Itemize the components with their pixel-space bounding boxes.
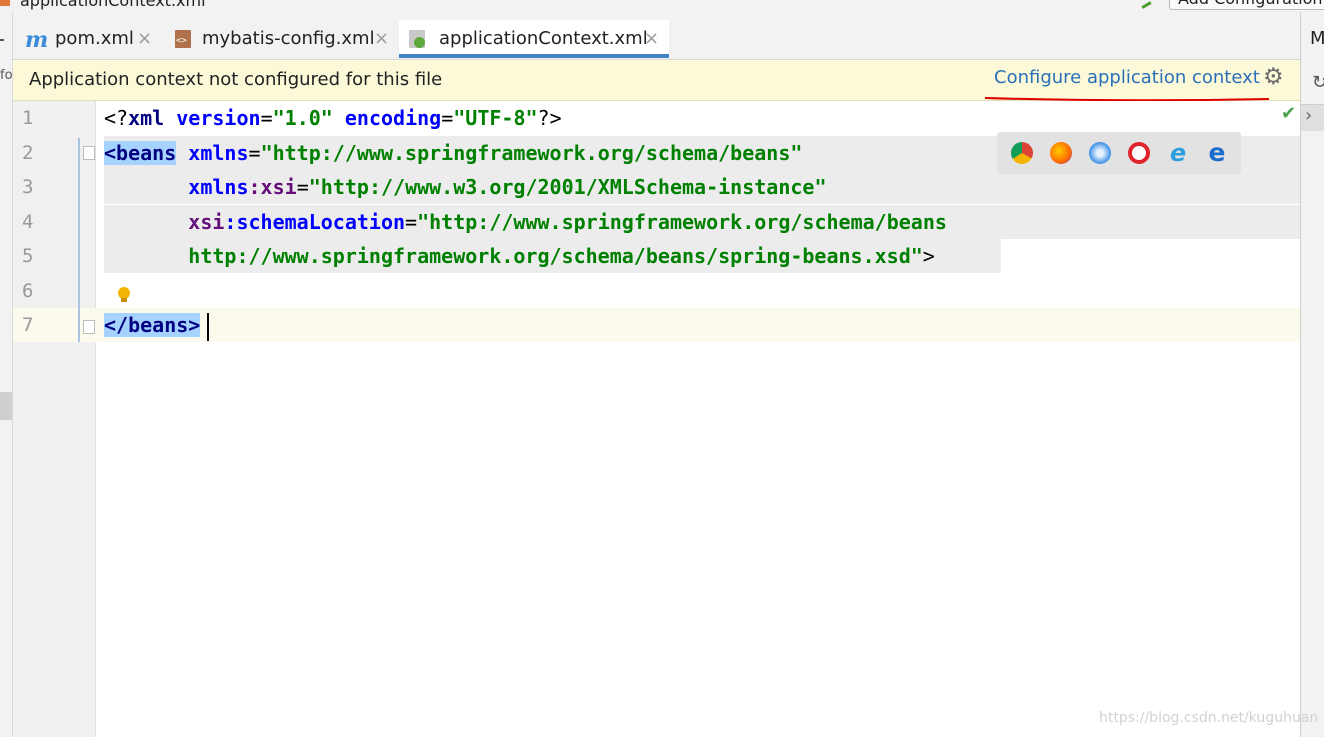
gutter-line: 1 xyxy=(13,101,96,135)
code-token: "UTF-8" xyxy=(453,106,538,130)
code-token: = xyxy=(260,106,273,130)
code-line[interactable]: http://www.springframework.org/schema/be… xyxy=(96,239,1300,273)
code-line[interactable]: xmlns:xsi="http://www.w3.org/2001/XMLSch… xyxy=(96,170,1300,204)
code-token: xmlns xyxy=(188,175,249,199)
collapse-icon[interactable] xyxy=(0,39,4,41)
expand-panel-button[interactable]: › xyxy=(1301,104,1324,131)
code-token: "http://www.springframework.org/schema/b… xyxy=(417,210,947,234)
editor-tab-bar: m pom.xml × mybatis-config.xml × applica… xyxy=(13,12,1300,60)
gutter-line: 5 xyxy=(13,239,96,273)
firefox-icon[interactable] xyxy=(1050,142,1072,164)
file-icon xyxy=(0,0,10,6)
line-number: 5 xyxy=(22,245,34,267)
line-number: 6 xyxy=(22,280,34,302)
tab-label: pom.xml xyxy=(55,28,134,49)
ie-icon[interactable]: e xyxy=(1167,141,1189,165)
refresh-icon[interactable]: ↻ xyxy=(1312,72,1324,93)
code-text: xmlns:xsi="http://www.w3.org/2001/XMLSch… xyxy=(104,174,827,200)
code-token: </beans> xyxy=(104,313,201,337)
close-icon[interactable]: × xyxy=(644,20,659,58)
code-token: = xyxy=(405,210,418,234)
line-number: 3 xyxy=(22,176,34,198)
safari-icon[interactable] xyxy=(1089,142,1111,164)
maven-icon: m xyxy=(25,27,49,53)
code-token: xmlns xyxy=(188,141,249,165)
fold-start-icon[interactable] xyxy=(83,146,95,160)
code-token: "http://www.w3.org/2001/XMLSchema-instan… xyxy=(308,175,827,199)
tab-pom-xml[interactable]: m pom.xml × xyxy=(13,20,162,58)
code-token: = xyxy=(248,141,261,165)
code-token: xsi xyxy=(188,210,225,234)
tab-mybatis-config-xml[interactable]: mybatis-config.xml × xyxy=(165,20,398,58)
code-token: > xyxy=(922,244,935,268)
opera-icon[interactable] xyxy=(1128,142,1150,164)
line-number: 2 xyxy=(22,142,34,164)
edge-icon[interactable]: e xyxy=(1206,140,1228,165)
line-number: 1 xyxy=(22,107,34,129)
code-token: :xsi xyxy=(248,175,297,199)
line-number: 7 xyxy=(22,314,34,336)
code-token: :schemaLocation xyxy=(224,210,406,234)
configure-application-context-link[interactable]: Configure application context xyxy=(994,67,1260,88)
code-token: = xyxy=(296,175,309,199)
chrome-icon[interactable] xyxy=(1011,142,1033,164)
code-text: http://www.springframework.org/schema/be… xyxy=(104,243,935,269)
code-token: <? xyxy=(104,106,129,130)
code-text: <?xml version="1.0" encoding="UTF-8"?> xyxy=(104,105,562,131)
code-token: ?> xyxy=(537,106,562,130)
code-token: http://www.springframework.org/schema/be… xyxy=(104,244,923,268)
fold-range-indicator xyxy=(78,138,80,342)
inspection-ok-icon[interactable]: ✔ xyxy=(1281,103,1296,124)
build-hammer-icon[interactable] xyxy=(1138,0,1152,9)
code-text: <beans xmlns="http://www.springframework… xyxy=(104,140,802,166)
notification-banner: Application context not configured for t… xyxy=(13,60,1300,101)
maven-panel-label[interactable]: M xyxy=(1310,28,1324,49)
open-in-browser-toolbar: e e xyxy=(997,132,1241,174)
maven-panel-edge: M ↻ › xyxy=(1300,12,1324,737)
spring-xml-icon xyxy=(409,30,425,48)
gutter-line: 4 xyxy=(13,205,96,239)
title-bar: applicationContext.xml Add Configuration… xyxy=(0,0,1324,12)
tab-label: mybatis-config.xml xyxy=(202,28,375,49)
code-line[interactable]: </beans> xyxy=(96,308,1300,342)
xml-file-icon xyxy=(175,30,191,48)
tab-application-context-xml[interactable]: applicationContext.xml × xyxy=(399,20,669,58)
line-number: 4 xyxy=(22,211,34,233)
add-configuration-button[interactable]: Add Configuration... xyxy=(1169,0,1324,10)
lightbulb-icon[interactable] xyxy=(117,286,131,304)
gutter-line: 3 xyxy=(13,170,96,204)
code-text: xsi:schemaLocation="http://www.springfra… xyxy=(104,209,947,235)
code-line[interactable]: xsi:schemaLocation="http://www.springfra… xyxy=(96,205,1300,239)
code-token: = xyxy=(441,106,454,130)
code-token: xml xyxy=(128,106,177,130)
tab-label: applicationContext.xml xyxy=(439,28,648,49)
chevron-right-icon: › xyxy=(1305,105,1313,126)
text-caret xyxy=(207,313,209,341)
code-token: "1.0" xyxy=(272,106,345,130)
watermark: https://blog.csdn.net/kuguhuan xyxy=(1099,710,1319,726)
code-token: "http://www.springframework.org/schema/b… xyxy=(260,141,803,165)
code-line[interactable] xyxy=(96,274,1300,308)
project-panel-edge: fo xyxy=(0,12,13,737)
fold-end-icon[interactable] xyxy=(83,320,95,334)
close-icon[interactable]: × xyxy=(374,20,389,58)
close-icon[interactable]: × xyxy=(137,20,152,58)
scrollbar-thumb[interactable] xyxy=(0,392,12,420)
gutter-line: 6 xyxy=(13,274,96,308)
code-text: </beans> xyxy=(104,312,201,338)
code-token: <beans xyxy=(104,141,177,165)
code-line[interactable]: <?xml version="1.0" encoding="UTF-8"?> xyxy=(96,101,1300,135)
breadcrumb[interactable]: applicationContext.xml xyxy=(20,0,206,10)
project-panel-label: fo xyxy=(0,68,13,83)
banner-message: Application context not configured for t… xyxy=(29,69,443,90)
code-token: version xyxy=(176,106,261,130)
settings-gear-icon[interactable]: ⚙ xyxy=(1263,64,1284,90)
code-token: encoding xyxy=(344,106,442,130)
